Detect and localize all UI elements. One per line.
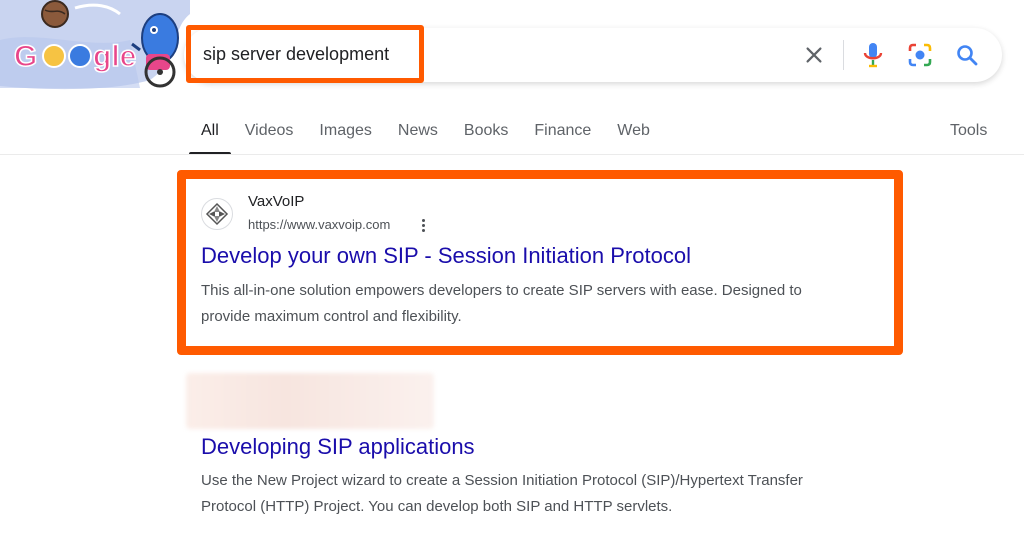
search-results-page: G gle sip server development All Videos …: [0, 0, 1024, 544]
result-site-name[interactable]: VaxVoIP: [248, 193, 304, 210]
search-input[interactable]: sip server development: [203, 44, 413, 65]
result-snippet-line: Protocol (HTTP) Project. You can develop…: [201, 498, 673, 515]
google-doodle-logo[interactable]: G gle: [0, 0, 190, 90]
result-snippet: Use the New Project wizard to create a S…: [201, 468, 891, 520]
tools-button[interactable]: Tools: [950, 122, 987, 140]
result-snippet-line: provide maximum control and flexibility.: [201, 308, 462, 325]
result-url[interactable]: https://www.vaxvoip.com: [248, 217, 390, 232]
search-tabs: All Videos Images News Books Finance Web: [189, 118, 676, 155]
logo-text: G: [14, 40, 37, 73]
result-snippet: This all-in-one solution empowers develo…: [201, 278, 891, 330]
tab-books[interactable]: Books: [464, 118, 508, 154]
tab-videos[interactable]: Videos: [245, 118, 294, 154]
close-icon[interactable]: [799, 40, 829, 70]
microphone-icon[interactable]: [858, 40, 888, 70]
result-title[interactable]: Develop your own SIP - Session Initiatio…: [201, 243, 691, 269]
result-title[interactable]: Developing SIP applications: [201, 434, 475, 460]
search-icon[interactable]: [952, 40, 982, 70]
site-favicon-icon[interactable]: [201, 198, 233, 230]
tabs-divider: [0, 154, 1024, 155]
search-divider: [843, 40, 844, 70]
result-snippet-line: Use the New Project wizard to create a S…: [201, 472, 803, 489]
tab-images[interactable]: Images: [319, 118, 371, 154]
tab-news[interactable]: News: [398, 118, 438, 154]
camera-lens-icon[interactable]: [905, 40, 935, 70]
more-options-icon[interactable]: [417, 216, 429, 234]
tab-finance[interactable]: Finance: [534, 118, 591, 154]
blurred-site-header: [186, 373, 434, 429]
tab-web[interactable]: Web: [617, 118, 650, 154]
search-input-highlight: sip server development: [186, 25, 424, 83]
svg-text:gle: gle: [93, 40, 136, 73]
tab-all[interactable]: All: [189, 118, 231, 155]
result-snippet-line: This all-in-one solution empowers develo…: [201, 282, 802, 299]
